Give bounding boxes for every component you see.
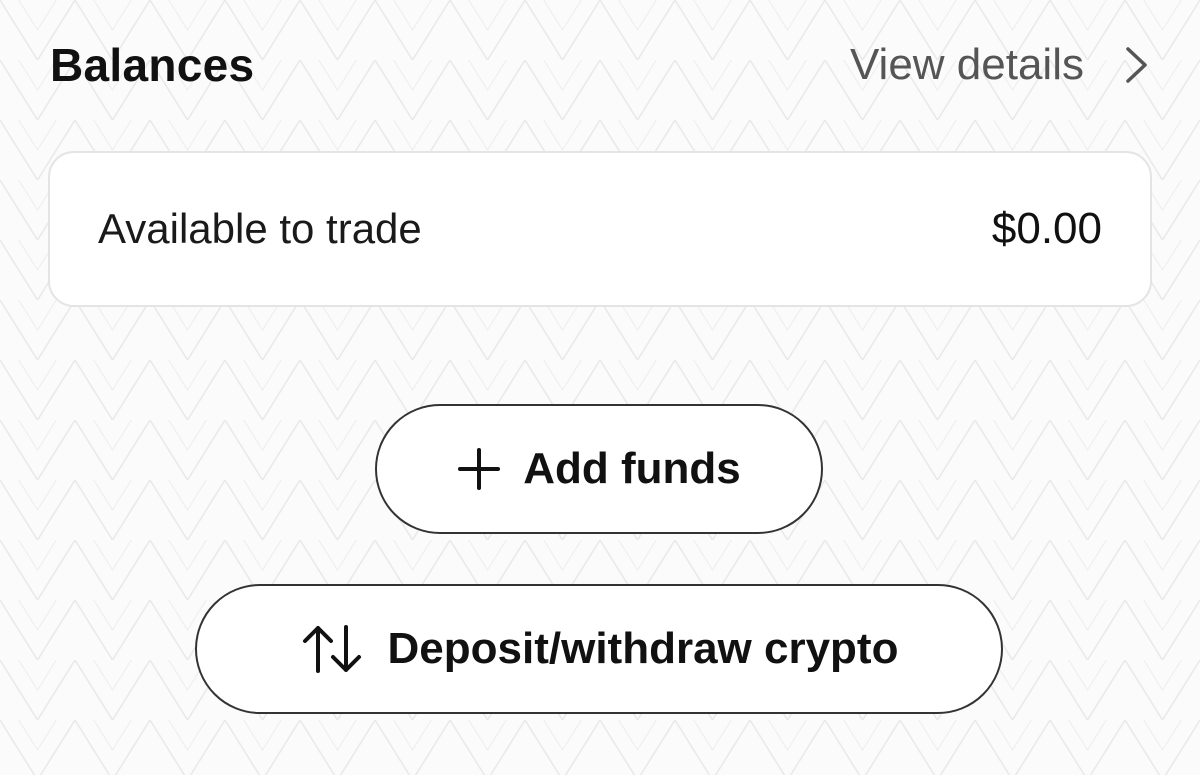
chevron-right-icon (1124, 45, 1150, 85)
deposit-withdraw-crypto-button[interactable]: Deposit/withdraw crypto (195, 584, 1003, 714)
add-funds-label: Add funds (523, 444, 741, 493)
view-details-link[interactable]: View details (850, 40, 1150, 90)
view-details-label: View details (850, 40, 1084, 89)
deposit-withdraw-label: Deposit/withdraw crypto (387, 624, 899, 673)
plus-icon (457, 447, 501, 491)
balance-value: $0.00 (991, 204, 1102, 253)
arrows-up-down-icon (300, 623, 366, 675)
available-to-trade-card: Available to trade $0.00 (48, 151, 1152, 307)
add-funds-button[interactable]: Add funds (375, 404, 823, 534)
balances-header: Balances View details (50, 30, 1150, 100)
balance-label: Available to trade (98, 205, 422, 252)
page-title: Balances (50, 39, 255, 91)
